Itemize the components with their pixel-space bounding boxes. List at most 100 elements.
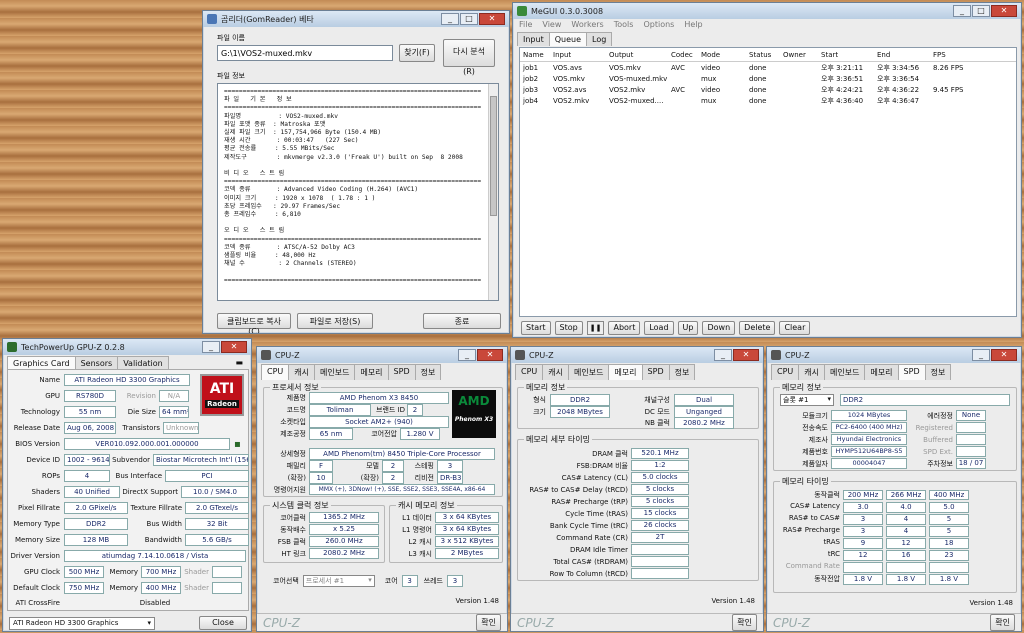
window-title: MeGUI 0.3.0.3008 [531,6,604,16]
tab-4[interactable]: SPD [387,364,416,380]
tab-4[interactable]: SPD [641,364,670,380]
find-button[interactable]: 찾기(F) [399,44,435,62]
column-header[interactable]: Input [550,51,606,59]
file-info-textbox[interactable]: ========================================… [217,83,499,301]
tab-0[interactable]: CPU [515,364,544,380]
tab-5[interactable]: 정보 [414,364,442,380]
menu-item-file[interactable]: File [519,20,532,30]
tab-sensors[interactable]: Sensors [74,356,119,370]
tab-3[interactable]: 메모리 [354,364,389,380]
info-line: 파 일 기 본 정 보 [224,96,292,104]
chip-icon[interactable]: ▪ [234,439,241,450]
maximize-button[interactable]: □ [972,5,990,17]
tab-5[interactable]: 정보 [924,364,952,380]
copy-clipboard-button[interactable]: 클립보드로 복사(C) [217,313,291,333]
menu-item-help[interactable]: Help [684,20,702,30]
clear-button[interactable]: Clear [779,321,811,335]
column-header[interactable]: Status [746,51,780,59]
die-size-label: Die Size [127,408,156,416]
table-row[interactable]: job4 VOS2.mkv VOS2-muxed.... mux done 오후 4:36… [520,95,1016,106]
column-header[interactable]: Start [818,51,874,59]
reanalyze-button[interactable]: 다시 분석(R) [443,39,495,76]
minimize-button[interactable]: _ [458,349,476,361]
tab-0[interactable]: CPU [261,364,290,380]
menu-item-workers[interactable]: Workers [571,20,603,30]
minimize-button[interactable]: _ [441,13,459,25]
clock-value: 1365.2 MHz [309,512,379,523]
tab-4[interactable]: SPD [897,364,926,380]
queue-table: Name Input Output Codec Mode Status Owner Start… [519,47,1017,317]
save-file-button[interactable]: 파일로 저장(S) [297,313,373,329]
tab-input[interactable]: Input [517,32,550,46]
threads-label: 쓰레드 [423,577,443,585]
tab-log[interactable]: Log [586,32,613,46]
clock-label: 코어클럭 [280,513,306,522]
tab-1[interactable]: 캐시 [798,364,825,380]
column-header[interactable]: End [874,51,930,59]
start-button[interactable]: Start [521,321,551,335]
tab-1[interactable]: 캐시 [288,364,315,380]
camera-icon[interactable]: ▬ [230,356,248,370]
close-button[interactable]: Close [199,616,247,630]
pause-button[interactable]: ❚❚ [586,321,605,335]
close-button[interactable]: ✕ [991,5,1017,17]
tab-queue[interactable]: Queue [548,32,587,46]
exit-button[interactable]: 종료 [423,313,501,329]
file-name-input[interactable] [217,45,393,61]
vertical-scrollbar[interactable] [488,84,498,300]
clock-row: HT 링크 2080.2 MHz [266,548,379,559]
tab-validation[interactable]: Validation [117,356,169,370]
tab-1[interactable]: 캐시 [542,364,569,380]
tab-2[interactable]: 메인보드 [824,364,866,380]
column-header[interactable]: Output [606,51,668,59]
group-title: 캐시 메모리 정보 [396,500,457,511]
column-header[interactable]: Name [520,51,550,59]
column-header[interactable]: Owner [780,51,818,59]
load-button[interactable]: Load [644,321,674,335]
stop-button[interactable]: Stop [554,321,583,335]
tab-graphics-card[interactable]: Graphics Card [7,356,76,370]
tab-2[interactable]: 메인보드 [568,364,610,380]
close-button[interactable]: ✕ [991,349,1017,361]
minimize-button[interactable]: _ [714,349,732,361]
menu-item-view[interactable]: View [542,20,561,30]
tab-2[interactable]: 메인보드 [314,364,356,380]
minimize-button[interactable]: _ [953,5,971,17]
core-select[interactable]: 프로세서 #1 ▾ [302,575,375,587]
column-header[interactable]: Codec [668,51,698,59]
codename-label: 코드명 [286,406,306,414]
close-button[interactable]: ✕ [221,341,247,353]
ok-button[interactable]: 확인 [990,614,1015,631]
gpu-select[interactable]: ATI Radeon HD 3300 Graphics ▾ [9,617,155,630]
close-button[interactable]: ✕ [479,13,505,25]
ok-button[interactable]: 확인 [476,614,501,631]
cores-field: 3 [401,575,418,587]
slot-select[interactable]: 슬롯 #1 ▾ [780,394,834,406]
tab-0[interactable]: CPU [771,364,800,380]
ok-button[interactable]: 확인 [732,614,757,631]
column-header[interactable]: FPS [930,51,986,59]
tab-3[interactable]: 메모리 [608,364,643,380]
down-button[interactable]: Down [702,321,736,335]
delete-button[interactable]: Delete [739,321,776,335]
tab-5[interactable]: 정보 [668,364,696,380]
up-button[interactable]: Up [677,321,699,335]
abort-button[interactable]: Abort [608,321,641,335]
device-id-label: Device ID [26,456,60,464]
tab-3[interactable]: 메모리 [864,364,899,380]
maximize-button[interactable]: □ [460,13,478,25]
table-row[interactable]: job3 VOS2.avs VOS2.mkv AVC video done 오후 4:24:… [520,84,1016,95]
ext-model-field: 2 [382,472,404,484]
minimize-button[interactable]: _ [972,349,990,361]
menu-item-options[interactable]: Options [643,20,674,30]
column-header[interactable]: Mode [698,51,746,59]
table-row[interactable]: job2 VOS.mkv VOS-muxed.mkv mux done 오후 3:36:5… [520,73,1016,84]
minimize-button[interactable]: _ [202,341,220,353]
table-row[interactable]: job1 VOS.avs VOS.mkv AVC video done 오후 3:21:11… [520,62,1016,73]
size-label: 크기 [533,408,546,416]
subvendor-field: Biostar Microtech Int'l (1565) [153,454,249,466]
close-button[interactable]: ✕ [477,349,503,361]
menu-item-tools[interactable]: Tools [614,20,634,30]
close-button[interactable]: ✕ [733,349,759,361]
bus-width-label: Bus Width [146,520,182,528]
